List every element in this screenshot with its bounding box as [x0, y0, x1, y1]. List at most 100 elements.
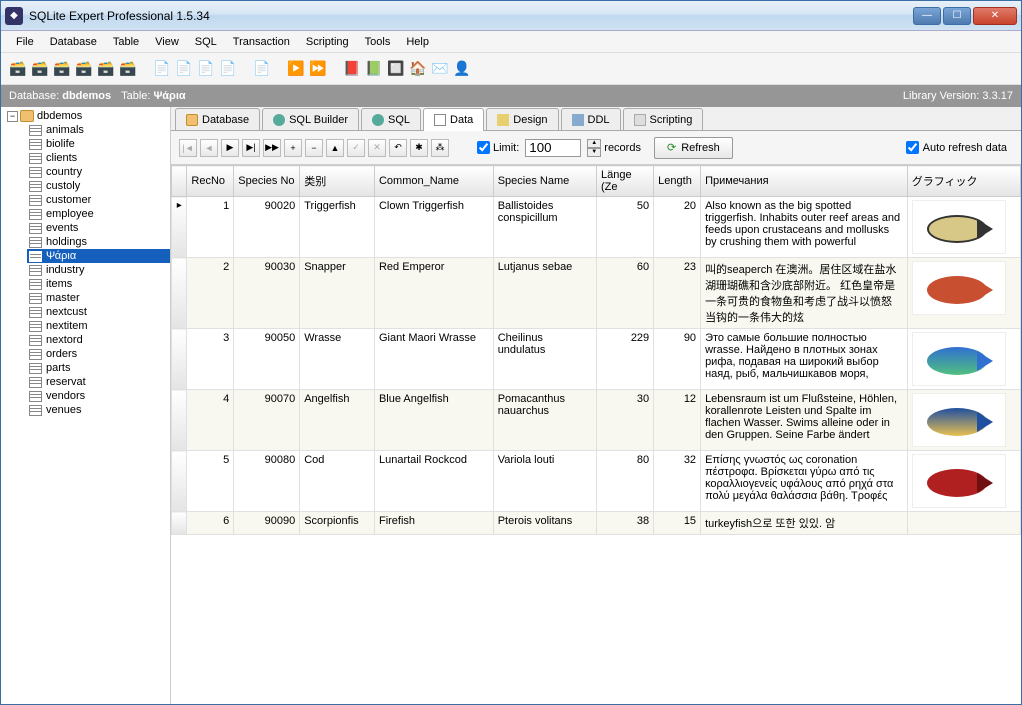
tree-table-item[interactable]: animals	[27, 123, 170, 137]
nav-bookmark-icon[interactable]: ✱	[410, 139, 428, 157]
cell[interactable]: Angelfish	[300, 390, 375, 451]
cell[interactable]: Triggerfish	[300, 197, 375, 258]
tab-design[interactable]: Design	[486, 108, 558, 130]
cell[interactable]: Pterois volitans	[493, 512, 596, 535]
nav-fastfwd-icon[interactable]: ▶▶	[263, 139, 281, 157]
book2-icon[interactable]: 📗	[365, 60, 383, 78]
tree-table-item[interactable]: Ψάρια	[27, 249, 170, 263]
column-header[interactable]: Species No	[234, 166, 300, 197]
tab-database[interactable]: Database	[175, 108, 260, 130]
data-grid[interactable]: RecNoSpecies No类别Common_NameSpecies Name…	[171, 165, 1021, 704]
cell[interactable]	[907, 197, 1020, 258]
column-header[interactable]: Species Name	[493, 166, 596, 197]
nav-edit-icon[interactable]: ▲	[326, 139, 344, 157]
cell[interactable]: Scorpionfis	[300, 512, 375, 535]
cell[interactable]: 38	[597, 512, 654, 535]
nav-last-icon[interactable]: ▶|	[242, 139, 260, 157]
tab-scripting[interactable]: Scripting	[623, 108, 704, 130]
column-header[interactable]: RecNo	[187, 166, 234, 197]
cell[interactable]: 5	[187, 451, 234, 512]
execute-all-icon[interactable]: ⏩	[309, 60, 327, 78]
nav-delete-icon[interactable]: −	[305, 139, 323, 157]
cell[interactable]: 12	[654, 390, 701, 451]
cell[interactable]: ▸	[172, 197, 187, 258]
cell[interactable]: 32	[654, 451, 701, 512]
cell[interactable]	[907, 390, 1020, 451]
tab-ddl[interactable]: DDL	[561, 108, 621, 130]
menu-file[interactable]: File	[9, 34, 41, 50]
column-header[interactable]: Примечания	[701, 166, 908, 197]
db-remove-icon[interactable]: 🗃️	[53, 60, 71, 78]
minimize-button[interactable]: —	[913, 7, 941, 25]
table-row[interactable]: 290030SnapperRed EmperorLutjanus sebae60…	[172, 258, 1021, 329]
cell[interactable]: 90070	[234, 390, 300, 451]
tree-table-item[interactable]: orders	[27, 347, 170, 361]
cell[interactable]: 90090	[234, 512, 300, 535]
tree-table-item[interactable]: customer	[27, 193, 170, 207]
file-new-icon[interactable]: 📄	[153, 60, 171, 78]
cell[interactable]: Firefish	[374, 512, 493, 535]
nav-prev-icon[interactable]: ◄	[200, 139, 218, 157]
cell[interactable]: Lutjanus sebae	[493, 258, 596, 329]
tree-collapse-icon[interactable]: −	[7, 111, 18, 122]
cell[interactable]: 30	[597, 390, 654, 451]
nav-insert-icon[interactable]: +	[284, 139, 302, 157]
file-delete-icon[interactable]: 📄	[175, 60, 193, 78]
sqlite-icon[interactable]: 🔲	[387, 60, 405, 78]
menu-scripting[interactable]: Scripting	[299, 34, 356, 50]
tree-table-item[interactable]: parts	[27, 361, 170, 375]
db-new-icon[interactable]: 🗃️	[9, 60, 27, 78]
cell[interactable]: Variola louti	[493, 451, 596, 512]
home-icon[interactable]: 🏠	[409, 60, 427, 78]
limit-input[interactable]	[525, 139, 581, 157]
menu-transaction[interactable]: Transaction	[226, 34, 297, 50]
cell[interactable]: Also known as the big spotted triggerfis…	[701, 197, 908, 258]
execute-icon[interactable]: ▶️	[287, 60, 305, 78]
nav-next-icon[interactable]: ▶	[221, 139, 239, 157]
cell[interactable]: Red Emperor	[374, 258, 493, 329]
cell[interactable]	[172, 329, 187, 390]
nav-undo-icon[interactable]: ↶	[389, 139, 407, 157]
tree-table-item[interactable]: clients	[27, 151, 170, 165]
cell[interactable]: 2	[187, 258, 234, 329]
cell[interactable]: Clown Triggerfish	[374, 197, 493, 258]
cell[interactable]: Ballistoides conspicillum	[493, 197, 596, 258]
cell[interactable]: 90030	[234, 258, 300, 329]
file-edit-icon[interactable]: 📄	[219, 60, 237, 78]
cell[interactable]	[172, 451, 187, 512]
auto-refresh-checkbox[interactable]	[906, 141, 919, 154]
cell[interactable]: 90	[654, 329, 701, 390]
cell[interactable]: Lunartail Rockcod	[374, 451, 493, 512]
book1-icon[interactable]: 📕	[343, 60, 361, 78]
menu-tools[interactable]: Tools	[358, 34, 398, 50]
table-row[interactable]: 690090ScorpionfisFirefishPterois volitan…	[172, 512, 1021, 535]
tree-table-item[interactable]: master	[27, 291, 170, 305]
file-copy-icon[interactable]: 📄	[197, 60, 215, 78]
column-header[interactable]: 类别	[300, 166, 375, 197]
tree-table-item[interactable]: nextord	[27, 333, 170, 347]
cell[interactable]	[907, 451, 1020, 512]
cell[interactable]: 80	[597, 451, 654, 512]
db-refresh-icon[interactable]: 🗃️	[119, 60, 137, 78]
nav-cancel-icon[interactable]: ✕	[368, 139, 386, 157]
column-header[interactable]: Länge (Ze	[597, 166, 654, 197]
limit-spinner[interactable]: ▲▼	[587, 139, 601, 157]
tab-sql-builder[interactable]: SQL Builder	[262, 108, 359, 130]
column-header[interactable]: Common_Name	[374, 166, 493, 197]
cell[interactable]: 229	[597, 329, 654, 390]
tree-table-item[interactable]: nextcust	[27, 305, 170, 319]
cell[interactable]	[907, 329, 1020, 390]
db-add-icon[interactable]: 🗃️	[31, 60, 49, 78]
tree-table-item[interactable]: employee	[27, 207, 170, 221]
refresh-button[interactable]: ⟳ Refresh	[654, 137, 733, 159]
page-icon[interactable]: 📄	[253, 60, 271, 78]
tree-table-item[interactable]: reservat	[27, 375, 170, 389]
limit-checkbox[interactable]	[477, 141, 490, 154]
tree-table-item[interactable]: venues	[27, 403, 170, 417]
cell[interactable]: Επίσης γνωστός ως coronation πέστροφα. Β…	[701, 451, 908, 512]
menu-table[interactable]: Table	[106, 34, 146, 50]
cell[interactable]: 6	[187, 512, 234, 535]
cell[interactable]: Blue Angelfish	[374, 390, 493, 451]
table-row[interactable]: 390050WrasseGiant Maori WrasseCheilinus …	[172, 329, 1021, 390]
cell[interactable]	[172, 390, 187, 451]
